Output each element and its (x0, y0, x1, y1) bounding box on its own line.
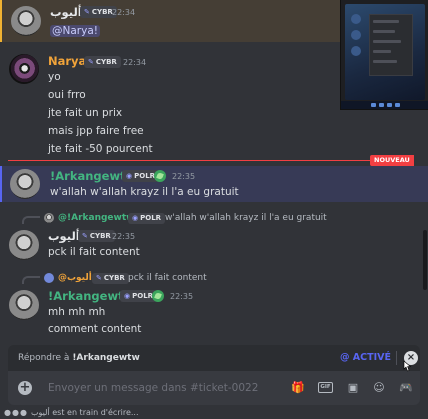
taskbar-app-icon (379, 103, 384, 107)
shared-window-row (373, 50, 391, 53)
leaf-emoji-icon (152, 290, 164, 302)
shared-window (369, 14, 413, 76)
message-text: w'allah w'allah krayz il l'a eu gratuit (50, 186, 239, 198)
typing-indicator: ●●● أليوب est en train d'écrire... (4, 408, 139, 417)
avatar[interactable] (9, 290, 39, 320)
reply-connector (22, 216, 40, 224)
reply-banner: Répondre à !Arkangewtw @ ACTIVÉ × (8, 345, 420, 371)
message-text: jte fait -50 pourcent (48, 143, 153, 155)
reply-connector (22, 276, 40, 284)
timestamp: 22:35 (170, 292, 194, 301)
reply-avatar (44, 273, 54, 283)
leaf-emoji-icon (154, 170, 166, 182)
reply-preview[interactable]: pck il fait content (128, 273, 207, 283)
reply-label: Répondre à !Arkangewtw (18, 353, 140, 363)
user-mention[interactable]: @Narya! (50, 25, 100, 37)
clan-tag: ◉ POLR (128, 213, 166, 224)
timestamp: 22:35 (112, 232, 136, 241)
typing-text: est en train d'écrire... (52, 408, 139, 417)
shared-window-row (373, 30, 395, 33)
taskbar-app-icon (395, 103, 400, 107)
desktop-shortcut-icon (351, 14, 361, 24)
mouse-cursor-icon (403, 360, 412, 372)
shared-window-row (373, 40, 401, 43)
typing-user: أليوب (30, 408, 50, 417)
typing-dots-icon: ●●● (4, 408, 28, 417)
message-text: pck il fait content (48, 246, 140, 258)
taskbar-app-icon (371, 103, 376, 107)
clan-tag[interactable]: ✎ CYBR (78, 230, 115, 242)
desktop-shortcut-icon (351, 46, 361, 56)
timestamp: 22:34 (112, 8, 136, 17)
timestamp: 22:35 (172, 172, 196, 181)
taskbar-app-icon (387, 103, 392, 107)
tag-icon: ✎ (84, 8, 90, 16)
gif-icon[interactable]: GIF (318, 382, 333, 393)
message-text: jte fait un prix (48, 107, 123, 119)
message: !Arkangewtw ◉ POLR 22:35 w'allah w'allah … (0, 166, 428, 202)
shared-window-row (373, 20, 399, 23)
timestamp: 22:34 (123, 58, 147, 67)
clan-tag: ✎ CYBR (92, 273, 129, 284)
sticker-icon[interactable]: ▣ (347, 382, 359, 394)
new-messages-divider (8, 160, 386, 161)
desktop-shortcut-icon (351, 30, 361, 40)
chat-scrollbar[interactable] (423, 230, 427, 290)
avatar[interactable] (11, 6, 41, 36)
message-input[interactable]: Envoyer un message dans #ticket-0022 (48, 382, 258, 394)
mention-toggle[interactable]: @ ACTIVÉ (340, 352, 391, 363)
message-text: comment content (48, 323, 142, 335)
reply-author[interactable]: @!Arkangewtw (58, 213, 134, 223)
screen-share-preview[interactable] (340, 0, 428, 110)
separator (396, 351, 397, 365)
new-badge: NOUVEAU (370, 155, 414, 166)
message-composer: + Envoyer un message dans #ticket-0022 🎁… (8, 371, 420, 405)
shared-window-row (373, 60, 397, 63)
avatar[interactable] (10, 169, 40, 199)
message-text: @Narya! (50, 25, 100, 37)
reply-preview[interactable]: w'allah w'allah krayz il l'a eu gratuit (165, 213, 327, 223)
shared-taskbar (341, 101, 428, 109)
tag-icon: ✎ (88, 58, 94, 66)
reply-avatar (44, 213, 54, 223)
avatar[interactable] (9, 54, 39, 84)
message-text: mh mh mh (48, 306, 106, 318)
tag-icon: ◉ (126, 172, 133, 180)
message-text: yo (48, 71, 61, 83)
tag-icon: ✎ (82, 232, 88, 240)
author-name[interactable]: أليوب (48, 229, 80, 243)
clan-tag[interactable]: ✎ CYBR (84, 56, 121, 68)
controller-icon[interactable]: 🎮 (399, 382, 413, 394)
gift-icon[interactable]: 🎁 (291, 382, 305, 394)
emoji-icon[interactable]: ☺ (373, 382, 385, 394)
author-name[interactable]: أليوب (50, 5, 82, 19)
avatar[interactable] (9, 230, 39, 260)
tag-icon: ✎ (96, 274, 102, 282)
message: @!Arkangewtw ◉ POLR w'allah w'allah krayz… (0, 210, 428, 262)
tag-icon: ◉ (132, 214, 139, 222)
add-attachment-button[interactable]: + (18, 381, 32, 395)
message: @أليوب ✎ CYBR pck il fait content !Arkang… (0, 270, 428, 340)
tag-icon: ◉ (124, 292, 131, 300)
message-text: oui frro (48, 89, 86, 101)
reply-author[interactable]: @أليوب (58, 273, 92, 283)
message-text: mais jpp faire free (48, 125, 144, 137)
